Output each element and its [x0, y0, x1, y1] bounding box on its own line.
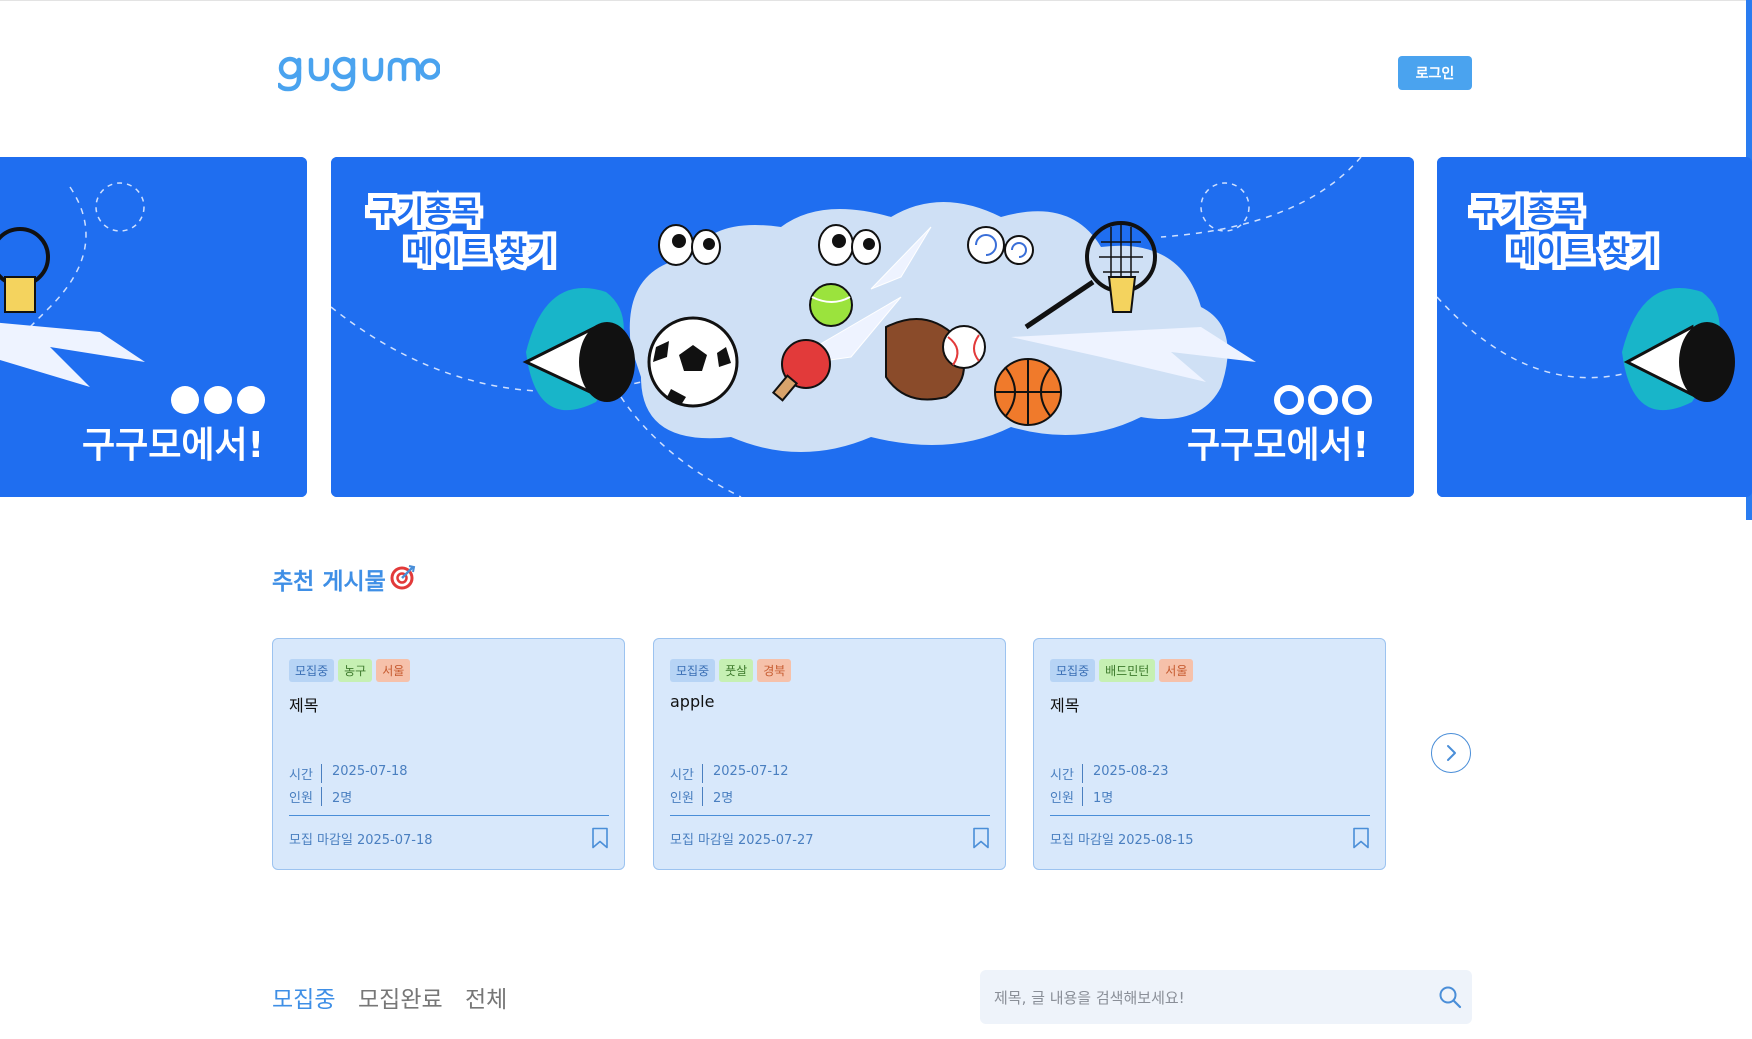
time-label: 시간	[1050, 764, 1083, 783]
people-label: 인원	[289, 787, 322, 806]
region-badge: 서울	[1159, 659, 1194, 682]
banner-headline-line2-next: 메이트 찾기	[1509, 235, 1657, 270]
tab-all[interactable]: 전체	[465, 980, 507, 1014]
banner-slide-prev[interactable]: 구구모에서!	[0, 157, 307, 497]
post-card[interactable]: 모집중 배드민턴 서울 제목 시간 2025-08-23 인원 1명 모집 마감일 2…	[1033, 638, 1386, 870]
post-title: 제목	[1050, 696, 1080, 715]
post-deadline: 모집 마감일 2025-08-15	[1050, 829, 1194, 848]
banner-slide-next[interactable]: 구기종목 메이트 찾기	[1437, 157, 1752, 497]
top-border	[0, 0, 1752, 1]
people-value: 2명	[713, 791, 734, 806]
time-value: 2025-08-23	[1093, 764, 1169, 779]
tab-recruiting[interactable]: 모집중	[272, 980, 335, 1014]
status-badge: 모집중	[670, 659, 716, 682]
carousel-next-button[interactable]	[1431, 733, 1471, 773]
sport-badge: 배드민턴	[1099, 659, 1156, 682]
search-input[interactable]	[992, 970, 1416, 1026]
post-card[interactable]: 모집중 농구 서울 제목 시간 2025-07-18 인원 2명 모집 마감일 202…	[272, 638, 625, 870]
post-deadline: 모집 마감일 2025-07-18	[289, 829, 433, 848]
banner-headline-line1-next: 구기종목	[1472, 195, 1582, 230]
card-divider	[289, 815, 609, 816]
card-divider	[670, 815, 990, 816]
deadline-label: 모집 마감일	[1050, 833, 1114, 848]
deadline-value: 2025-07-27	[737, 833, 814, 848]
deadline-label: 모집 마감일	[670, 833, 734, 848]
sport-badge: 농구	[338, 659, 373, 682]
chevron-right-icon	[1447, 745, 1456, 761]
banner-tagline: 구구모에서!	[1187, 425, 1369, 466]
status-badge: 모집중	[289, 659, 335, 682]
search-bar	[980, 970, 1472, 1026]
card-divider	[1050, 815, 1370, 816]
post-title: 제목	[289, 696, 319, 715]
people-value: 1명	[1093, 791, 1114, 806]
post-deadline: 모집 마감일 2025-07-27	[670, 829, 814, 848]
region-badge: 경북	[757, 659, 792, 682]
people-label: 인원	[670, 787, 703, 806]
gugumo-logo[interactable]	[278, 48, 440, 98]
deadline-value: 2025-08-15	[1117, 833, 1194, 848]
tab-recruit-done[interactable]: 모집완료	[358, 980, 443, 1014]
bookmark-icon[interactable]	[591, 827, 609, 849]
login-button[interactable]: 로그인	[1398, 56, 1472, 90]
banner-tagline-prev: 구구모에서!	[82, 425, 264, 466]
deadline-value: 2025-07-18	[356, 833, 433, 848]
recommended-title: 추천 게시물	[272, 569, 386, 595]
time-label: 시간	[670, 764, 703, 783]
sport-badge: 풋살	[719, 659, 754, 682]
banner-slide-main[interactable]: 구기종목 메이트 찾기 구구모에서!	[331, 157, 1414, 497]
time-value: 2025-07-18	[332, 764, 408, 779]
post-people: 인원 2명	[670, 787, 733, 806]
search-icon[interactable]	[1438, 985, 1462, 1009]
region-badge: 서울	[376, 659, 411, 682]
people-label: 인원	[1050, 787, 1083, 806]
post-card[interactable]: 모집중 풋살 경북 apple 시간 2025-07-12 인원 2명 모집 마감일…	[653, 638, 1006, 870]
status-badge: 모집중	[1050, 659, 1096, 682]
people-value: 2명	[332, 791, 353, 806]
post-title: apple	[670, 692, 715, 711]
deadline-label: 모집 마감일	[289, 833, 353, 848]
post-time: 시간 2025-08-23	[1050, 764, 1169, 783]
post-time: 시간 2025-07-12	[670, 764, 789, 783]
time-label: 시간	[289, 764, 322, 783]
banner-headline-line1: 구기종목	[369, 195, 479, 230]
bookmark-icon[interactable]	[972, 827, 990, 849]
post-people: 인원 2명	[289, 787, 352, 806]
time-value: 2025-07-12	[713, 764, 789, 779]
post-people: 인원 1명	[1050, 787, 1113, 806]
bookmark-icon[interactable]	[1352, 827, 1370, 849]
target-icon	[390, 565, 416, 590]
post-time: 시간 2025-07-18	[289, 764, 408, 783]
banner-headline-line2: 메이트 찾기	[406, 235, 554, 270]
